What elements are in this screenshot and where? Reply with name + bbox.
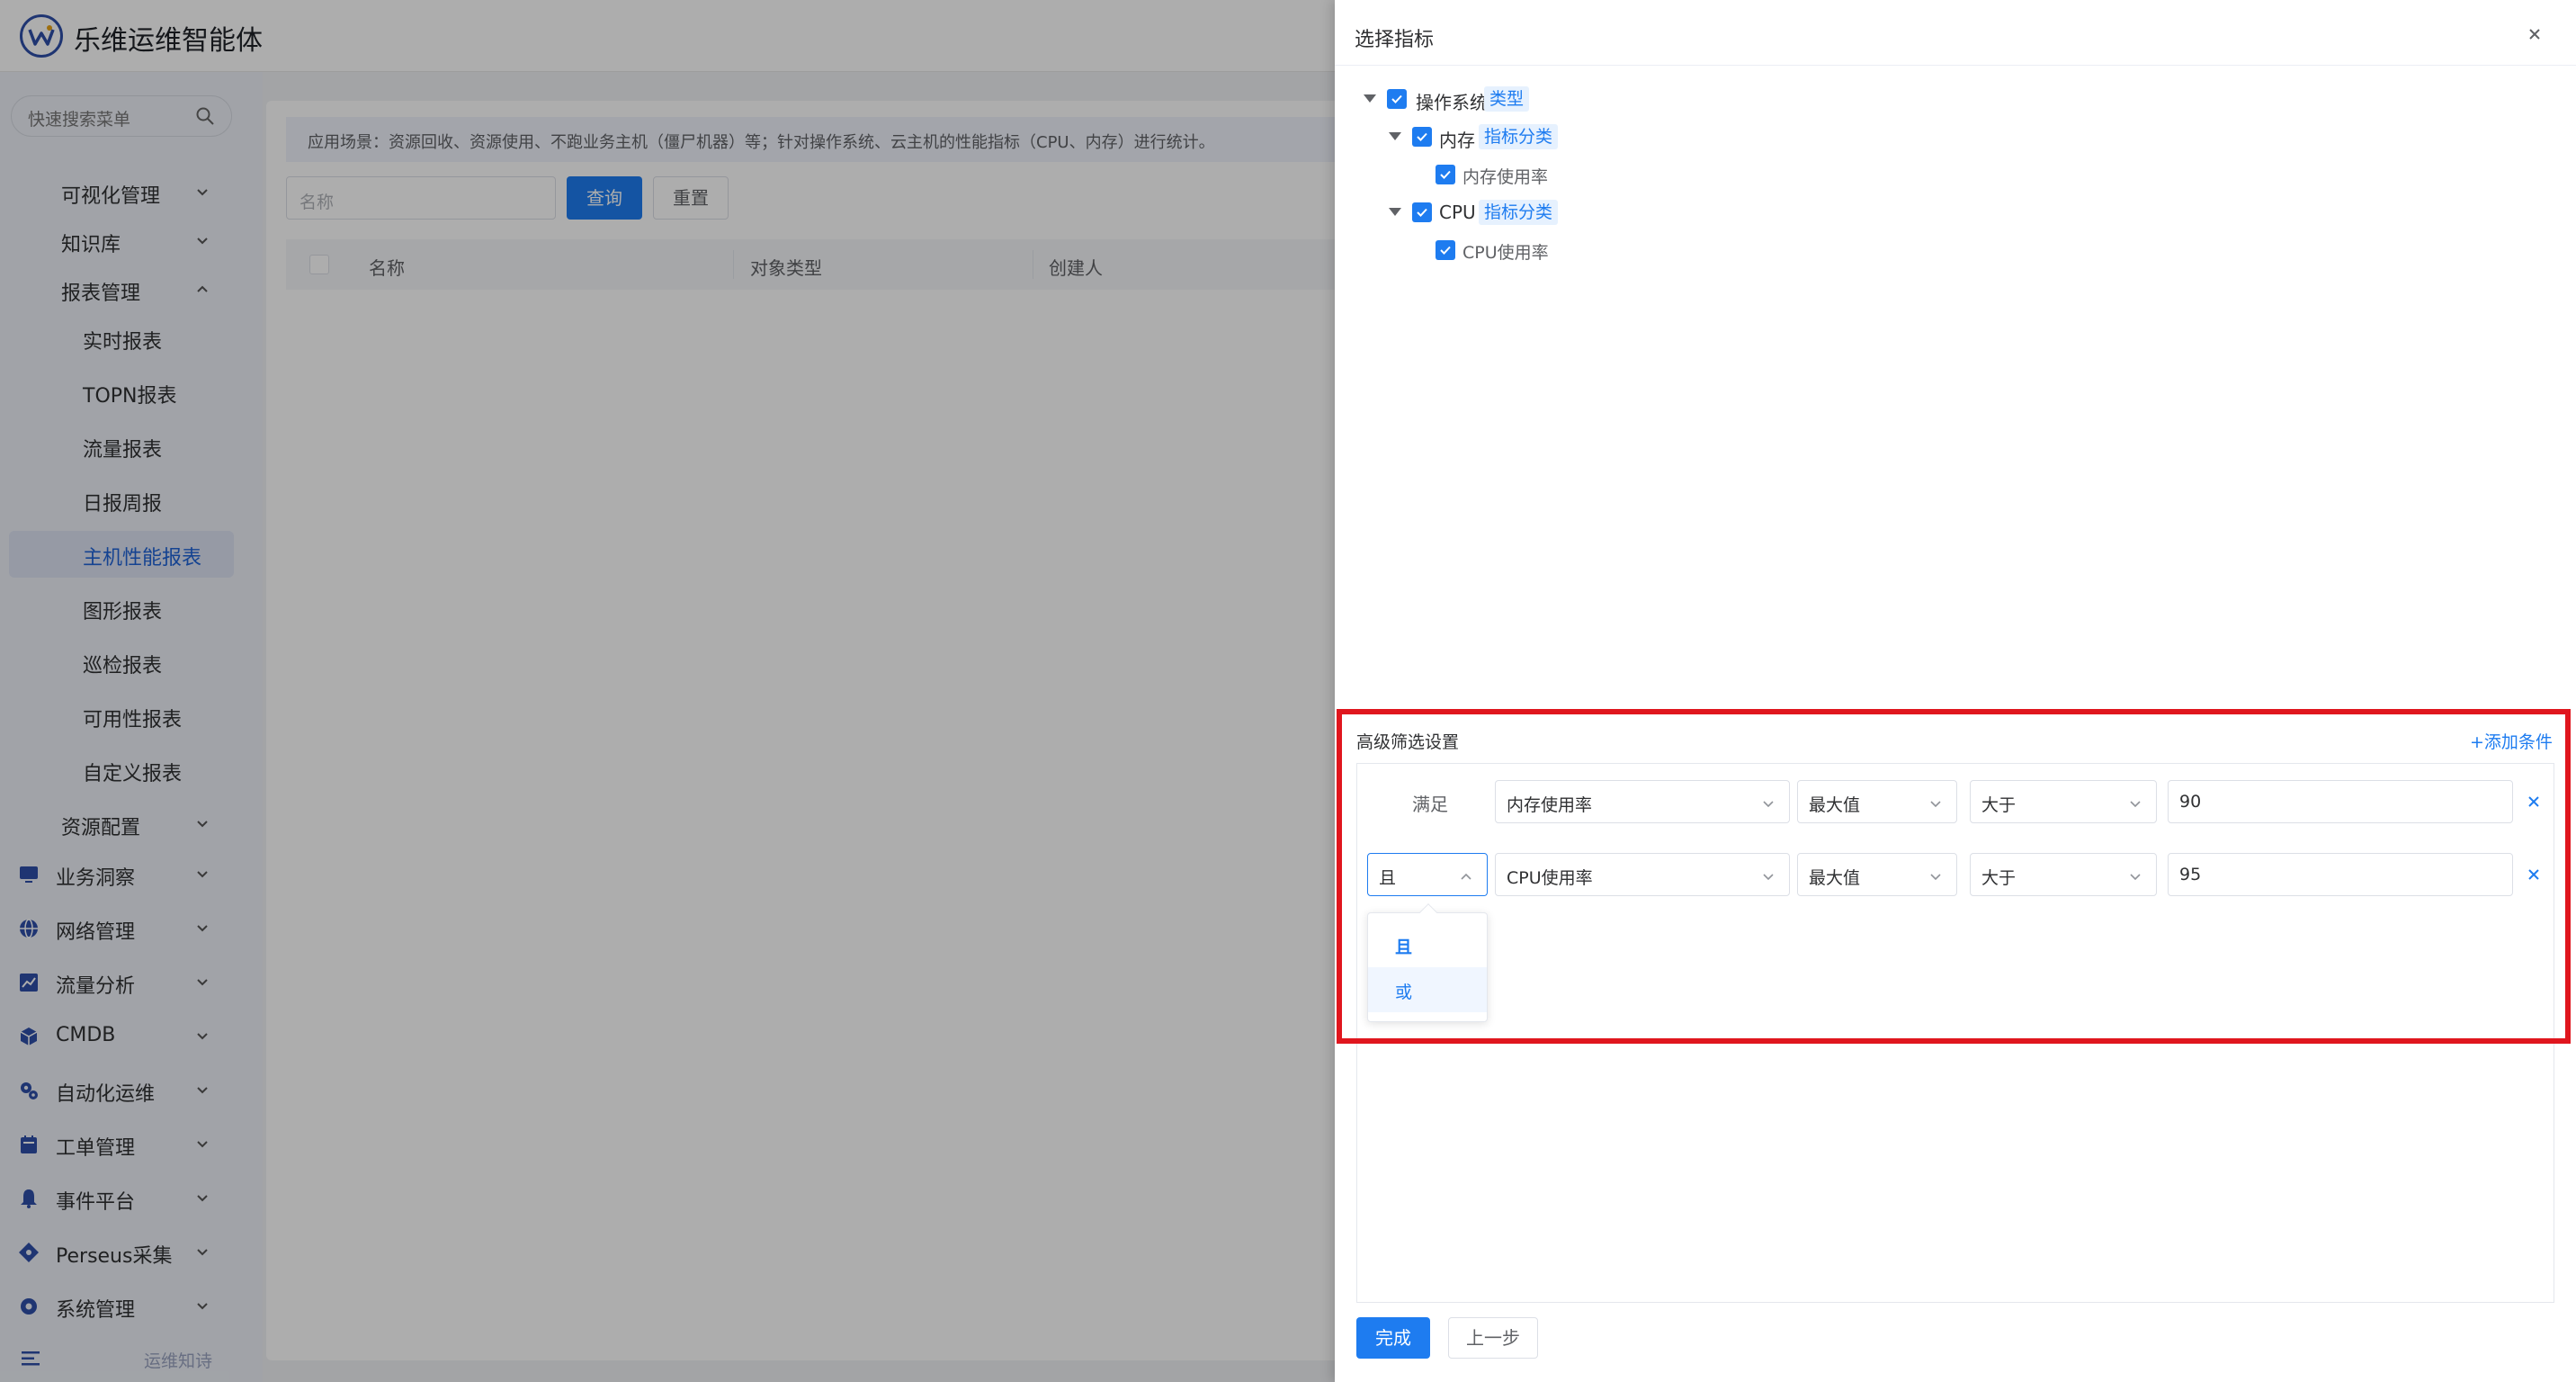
tree-checkbox[interactable]: [1412, 202, 1432, 222]
tree-checkbox[interactable]: [1387, 89, 1407, 109]
tree-checkbox[interactable]: [1436, 240, 1455, 260]
drawer-title: 选择指标: [1355, 29, 1435, 51]
close-icon[interactable]: [2524, 23, 2545, 45]
tree-node-label: 内存: [1439, 130, 1475, 151]
tree-node-tag: 指标分类: [1479, 200, 1559, 225]
finish-button[interactable]: 完成: [1356, 1317, 1430, 1359]
tree-node-label: CPU使用率: [1462, 243, 1549, 263]
tree-node-tag: 指标分类: [1479, 124, 1559, 149]
tree-checkbox[interactable]: [1412, 127, 1432, 147]
tree-node-label: CPU: [1439, 202, 1476, 223]
tree-node-cpu-usage[interactable]: CPU使用率: [1335, 236, 1874, 266]
previous-step-button[interactable]: 上一步: [1448, 1317, 1538, 1359]
caret-down-icon[interactable]: [1364, 94, 1376, 103]
tree-node-tag: 类型: [1484, 86, 1530, 112]
tree-node-label: 内存使用率: [1462, 167, 1549, 187]
tree-node-cpu[interactable]: CPU 指标分类: [1335, 198, 1874, 229]
modal-mask[interactable]: [0, 0, 1335, 1382]
drawer-header-divider: [1335, 65, 2576, 66]
tree-node-memory[interactable]: 内存 指标分类: [1335, 122, 1874, 153]
caret-down-icon[interactable]: [1389, 132, 1401, 140]
tree-checkbox[interactable]: [1436, 165, 1455, 184]
tree-node-memory-usage[interactable]: 内存使用率: [1335, 160, 1874, 191]
caret-down-icon[interactable]: [1389, 208, 1401, 216]
tree-node-label: 操作系统: [1416, 92, 1488, 113]
highlight-annotation-box: [1337, 709, 2571, 1044]
tree-node-os[interactable]: 操作系统 类型: [1335, 85, 1874, 115]
